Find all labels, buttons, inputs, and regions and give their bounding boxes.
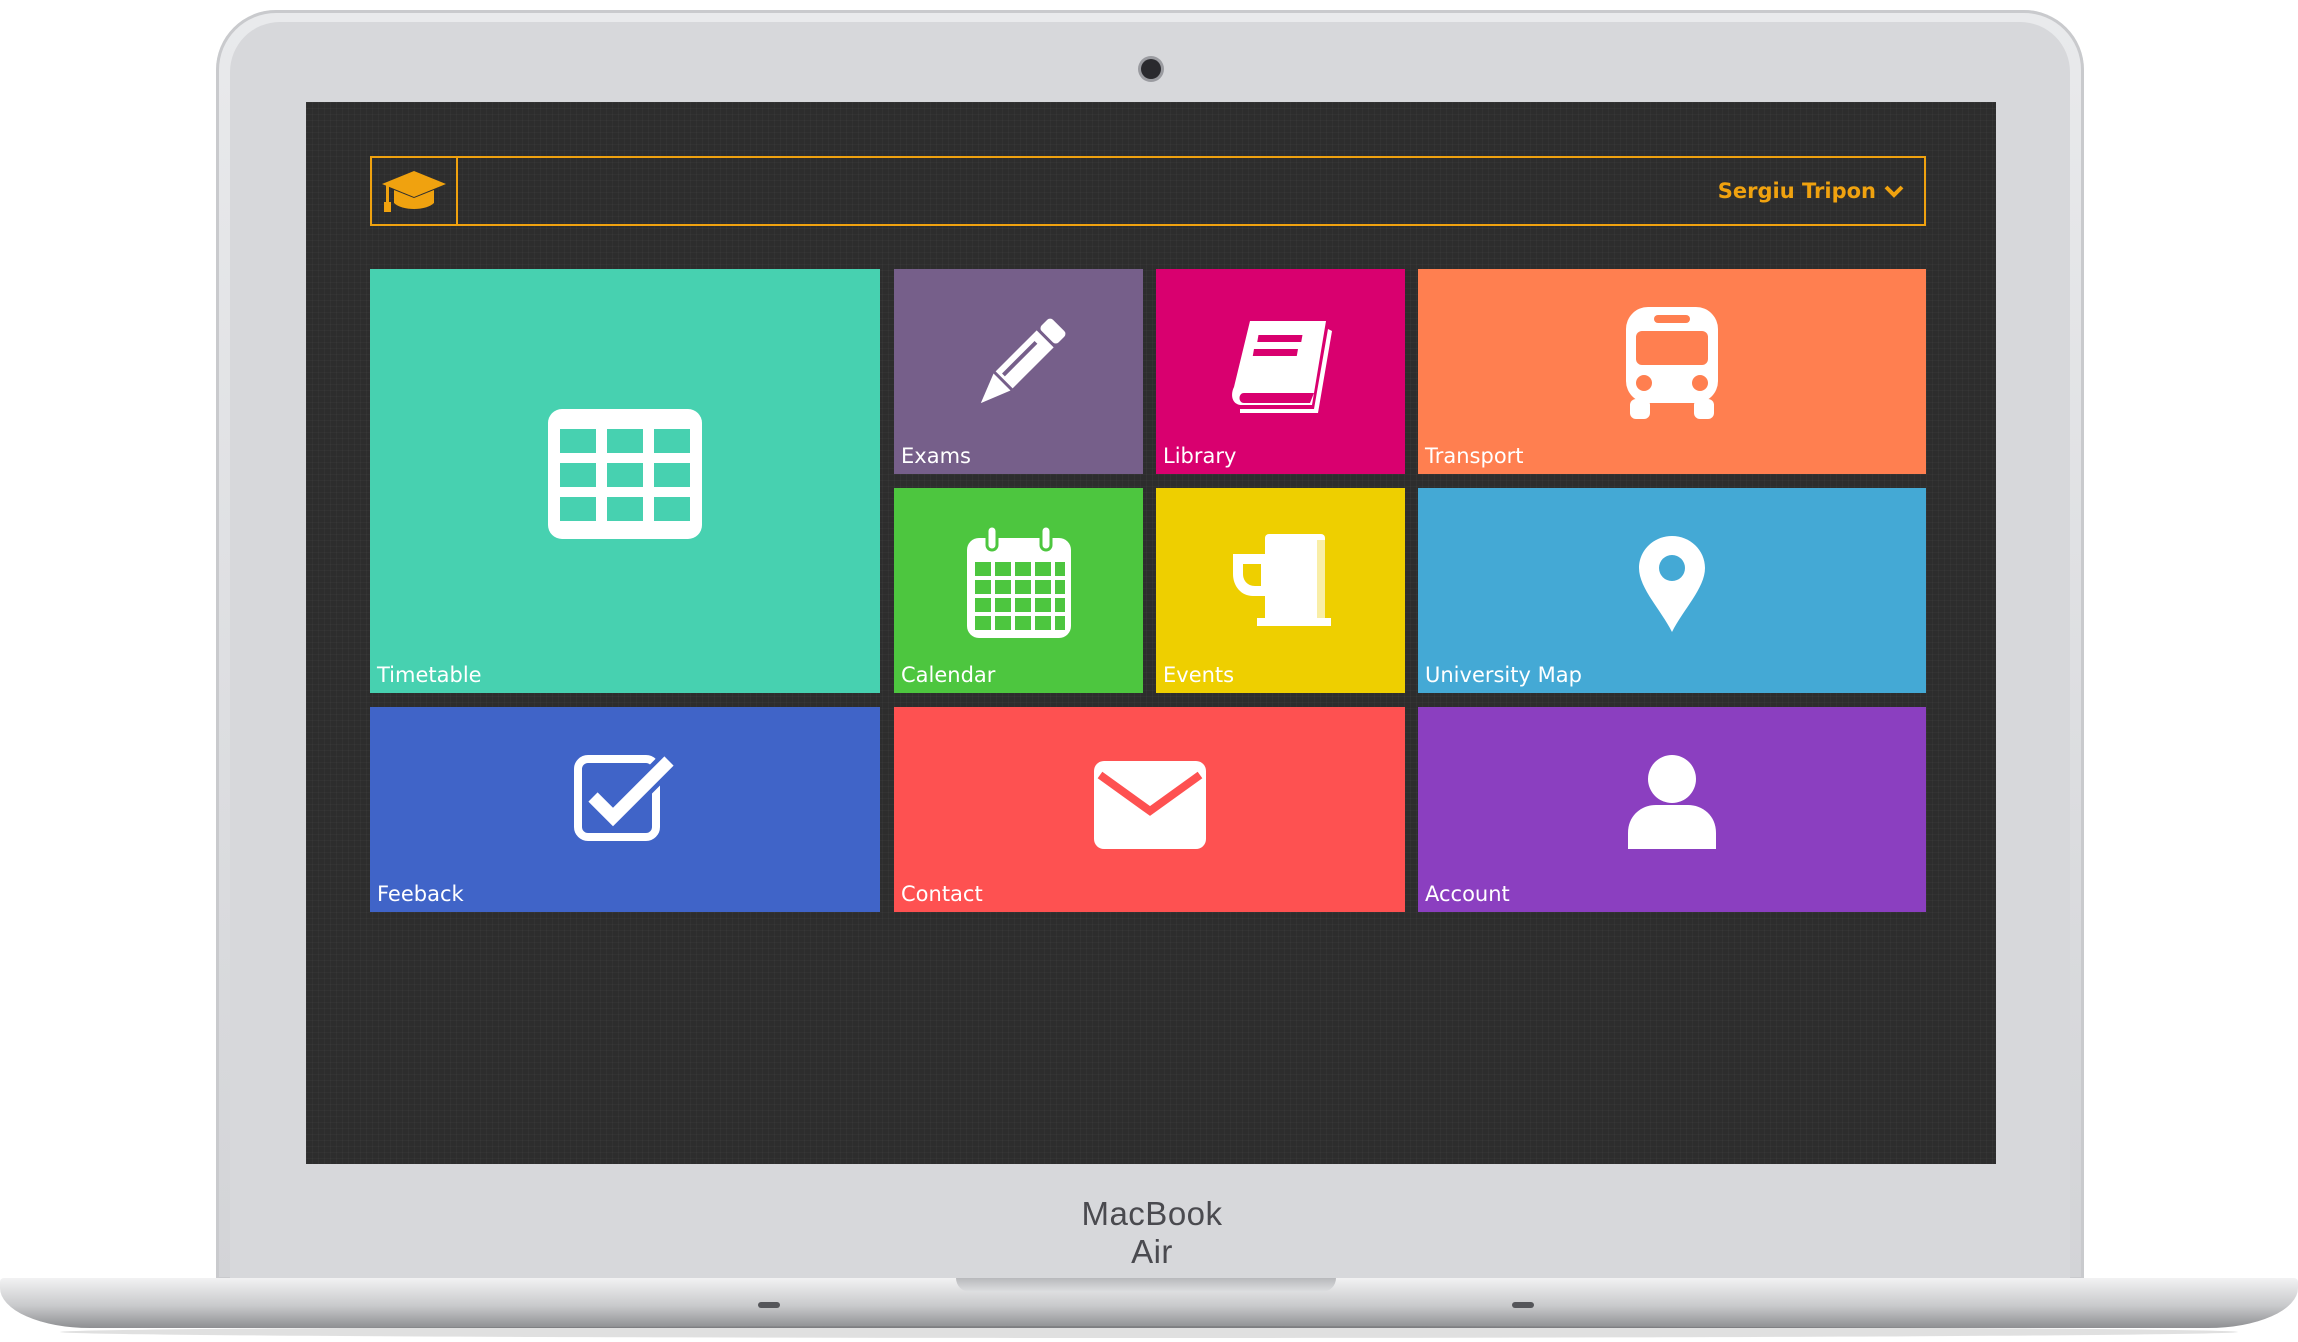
- tile-label: Account: [1425, 882, 1510, 906]
- beer-mug-icon: [1232, 534, 1331, 626]
- bus-icon: [1626, 307, 1718, 419]
- tile-contact[interactable]: Contact: [894, 707, 1405, 912]
- user-name: Sergiu Tripon: [1717, 179, 1876, 203]
- tile-label: Library: [1163, 444, 1237, 468]
- laptop-shadow: [60, 1326, 2238, 1338]
- camera-icon: [1141, 59, 1161, 79]
- laptop-foot: [1512, 1302, 1534, 1308]
- laptop-foot: [758, 1302, 780, 1308]
- tile-label: Exams: [901, 444, 971, 468]
- tile-events[interactable]: Events: [1156, 488, 1405, 693]
- envelope-icon: [1093, 761, 1206, 849]
- laptop-notch: [956, 1278, 1336, 1292]
- timetable-icon: [548, 409, 702, 539]
- tile-label: Contact: [901, 882, 983, 906]
- user-menu[interactable]: Sergiu Tripon: [1718, 158, 1904, 224]
- tile-transport[interactable]: Transport: [1418, 269, 1926, 474]
- tile-calendar[interactable]: Calendar: [894, 488, 1143, 693]
- calendar-icon: [966, 526, 1071, 638]
- tile-university-map[interactable]: University Map: [1418, 488, 1926, 693]
- tile-library[interactable]: Library: [1156, 269, 1405, 474]
- tile-label: University Map: [1425, 663, 1582, 687]
- checkbox-icon: [574, 753, 677, 841]
- tile-feedback[interactable]: Feeback: [370, 707, 880, 912]
- graduation-cap-icon: [382, 171, 446, 212]
- user-icon: [1628, 755, 1716, 849]
- chevron-down-icon: [1884, 185, 1904, 198]
- book-icon: [1231, 321, 1332, 413]
- pencil-icon: [980, 318, 1065, 404]
- tile-timetable[interactable]: Timetable: [370, 269, 880, 693]
- tile-label: Events: [1163, 663, 1235, 687]
- tile-label: Timetable: [377, 663, 482, 687]
- app-logo[interactable]: [372, 158, 458, 224]
- device-brand: MacBook Air: [1081, 1195, 1223, 1270]
- map-pin-icon: [1639, 536, 1705, 632]
- tile-exams[interactable]: Exams: [894, 269, 1143, 474]
- app-screen: Sergiu Tripon Timetable Exams Library Tr…: [306, 102, 1996, 1164]
- tile-label: Transport: [1425, 444, 1524, 468]
- tile-label: Calendar: [901, 663, 996, 687]
- top-bar: Sergiu Tripon: [370, 156, 1926, 226]
- tile-label: Feeback: [377, 882, 464, 906]
- tile-account[interactable]: Account: [1418, 707, 1926, 912]
